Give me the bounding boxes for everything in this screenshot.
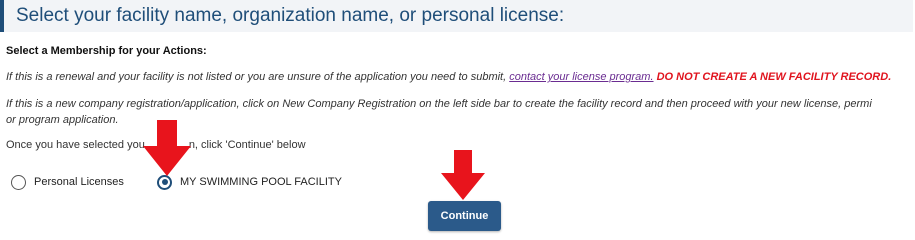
new-registration-note-line1: If this is a new company registration/ap… (6, 98, 872, 110)
radio-button-selected[interactable] (157, 174, 172, 190)
no-new-record-warning: DO NOT CREATE A NEW FACILITY RECORD. (656, 71, 892, 83)
arrow-down-icon (143, 120, 191, 176)
radio-button[interactable] (11, 174, 26, 190)
continue-button[interactable]: Continue (428, 201, 501, 231)
radio-label: MY SWIMMING POOL FACILITY (180, 176, 342, 188)
instruction-end: n, click 'Continue' below (188, 139, 306, 151)
membership-section-label: Select a Membership for your Actions: (6, 45, 207, 57)
instruction-start: Once you have selected you (6, 139, 145, 151)
radio-option-personal-licenses[interactable]: Personal Licenses (11, 172, 124, 192)
renewal-note: If this is a renewal and your facility i… (6, 69, 911, 85)
radio-label: Personal Licenses (34, 176, 124, 188)
renewal-note-text: If this is a renewal and your facility i… (6, 71, 510, 83)
new-registration-note-line2: or program application. (6, 114, 119, 126)
arrow-down-icon (441, 150, 485, 200)
page-title: Select your facility name, organization … (16, 5, 565, 26)
contact-license-program-link[interactable]: contact your license program. (509, 71, 653, 83)
page-header: Select your facility name, organization … (0, 0, 913, 32)
